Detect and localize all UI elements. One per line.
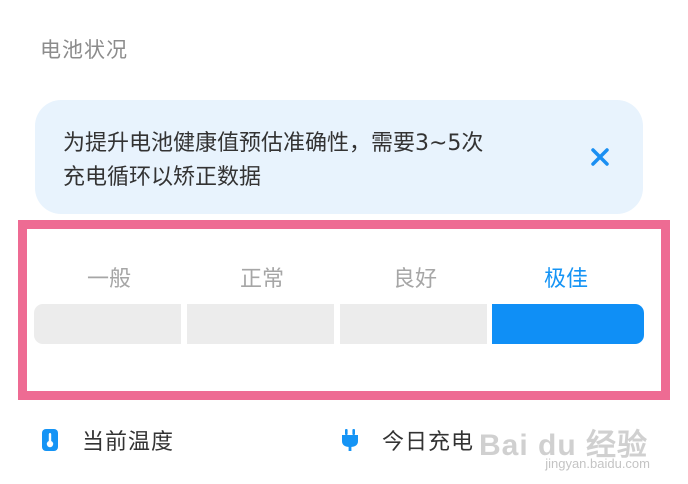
- level-segment-excellent: [492, 304, 644, 344]
- level-label-excellent: 极佳: [543, 267, 588, 292]
- current-temperature-label[interactable]: 当前温度: [82, 424, 174, 456]
- notice-line-1: 为提升电池健康值预估准确性，需要3~5次: [63, 131, 484, 156]
- level-segment-fair: [34, 304, 181, 344]
- notice-line-2: 充电循环以矫正数据: [63, 165, 262, 190]
- level-label-good: 良好: [392, 267, 437, 292]
- watermark-url: jingyan.baidu.com: [545, 456, 650, 471]
- notice-text: 为提升电池健康值预估准确性，需要3~5次 充电循环以矫正数据: [63, 127, 563, 195]
- today-charge-label[interactable]: 今日充电: [382, 424, 474, 456]
- section-title: 电池状况: [40, 38, 128, 62]
- level-label-fair: 一般: [86, 267, 131, 292]
- level-label-normal: 正常: [239, 267, 284, 292]
- close-icon[interactable]: [587, 144, 613, 170]
- thermometer-icon: [42, 429, 58, 451]
- level-segment-good: [340, 304, 487, 344]
- calibration-notice: 为提升电池健康值预估准确性，需要3~5次 充电循环以矫正数据: [35, 100, 643, 214]
- level-segment-normal: [187, 304, 334, 344]
- plug-icon: [342, 429, 358, 451]
